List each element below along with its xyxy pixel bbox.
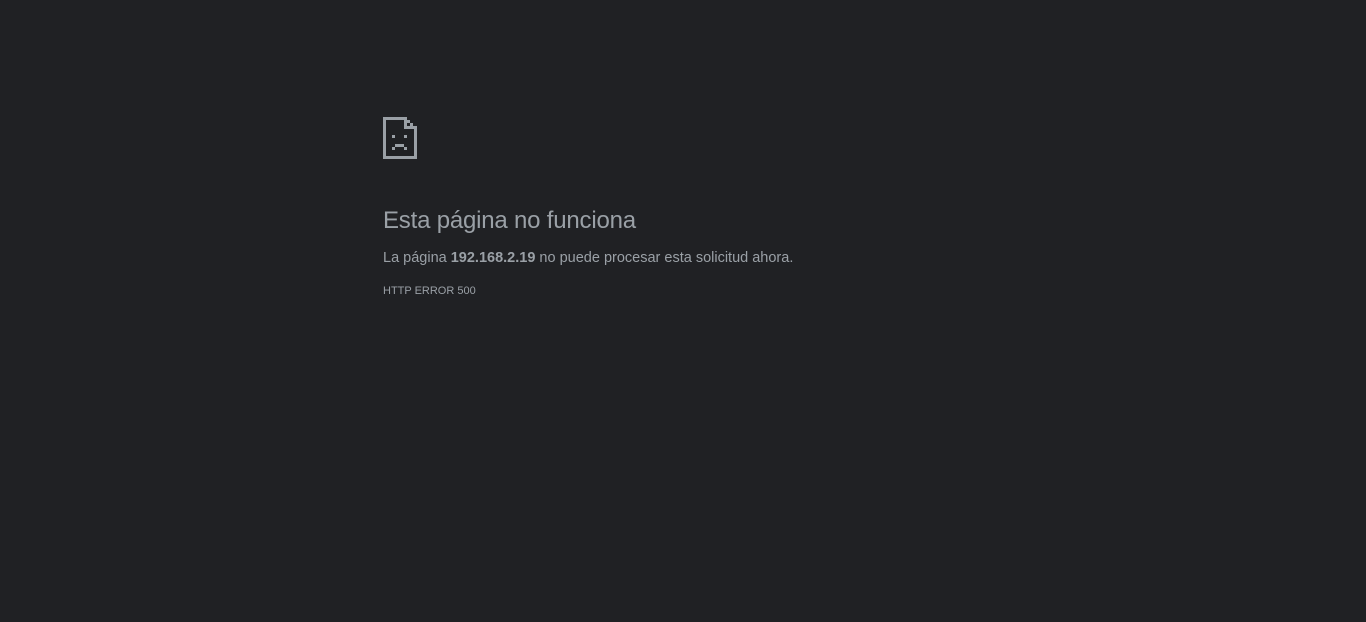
sad-page-icon (383, 117, 417, 159)
error-code: HTTP ERROR 500 (383, 285, 476, 297)
error-page-content: Esta página no funciona La página 192.16… (383, 117, 983, 298)
error-message-suffix: no puede procesar esta solicitud ahora. (535, 250, 794, 266)
error-title: Esta página no funciona (383, 207, 636, 234)
error-message-prefix: La página (383, 250, 451, 266)
error-host: 192.168.2.19 (450, 250, 536, 266)
error-message: La página 192.168.2.19 no puede procesar… (383, 248, 983, 268)
